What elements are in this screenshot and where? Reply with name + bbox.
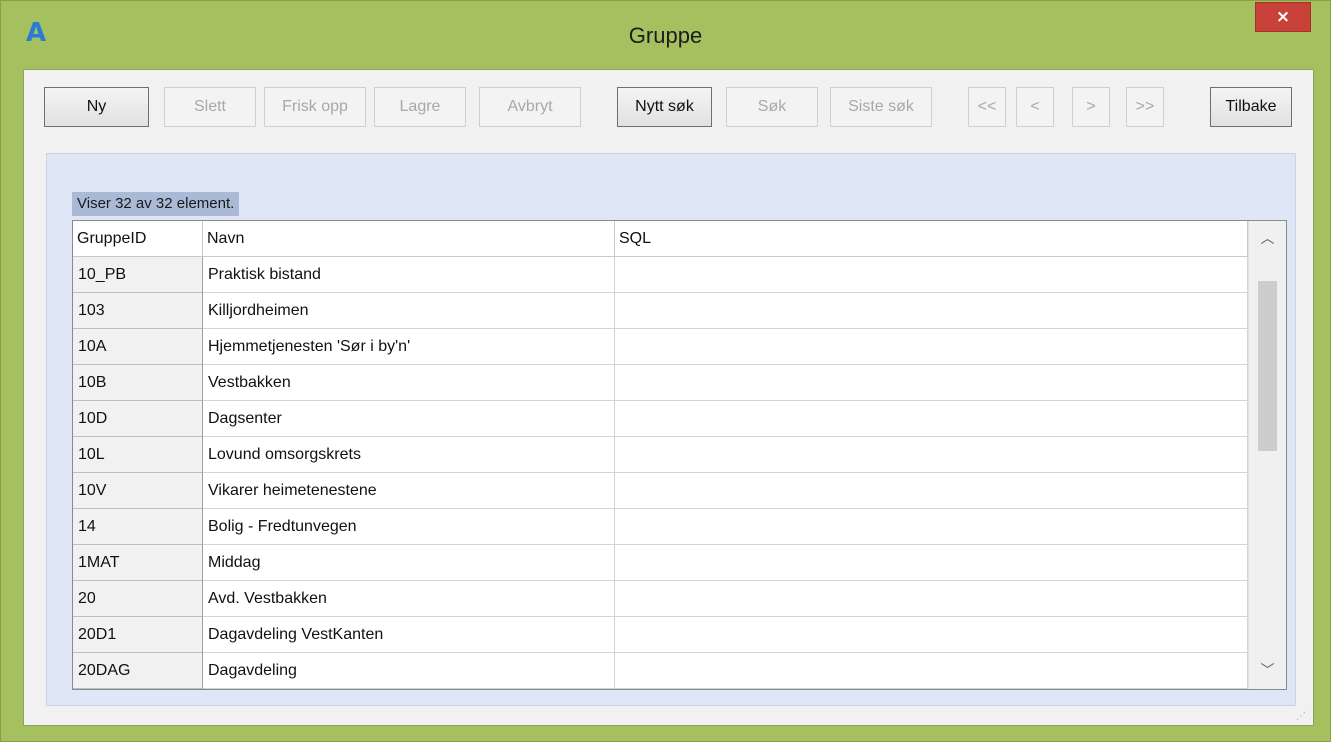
cell-sql[interactable]	[615, 293, 1248, 329]
next-record-button[interactable]: >	[1072, 87, 1110, 127]
frisk-opp-button[interactable]: Frisk opp	[264, 87, 366, 127]
cell-navn[interactable]: Vestbakken	[203, 365, 615, 401]
title-bar[interactable]: A Gruppe ×	[1, 1, 1330, 61]
cell-navn[interactable]: Hjemmetjenesten 'Sør i by'n'	[203, 329, 615, 365]
cell-gruppeid[interactable]: 10_PB	[73, 257, 203, 293]
column-header-gruppeid[interactable]: GruppeID	[73, 221, 203, 257]
first-record-button[interactable]: <<	[968, 87, 1006, 127]
column-header-navn[interactable]: Navn	[203, 221, 615, 257]
window-title: Gruppe	[628, 23, 703, 48]
cell-navn[interactable]: Vikarer heimetenestene	[203, 473, 615, 509]
cell-gruppeid[interactable]: 14	[73, 509, 203, 545]
cell-sql[interactable]	[615, 545, 1248, 581]
table-row[interactable]: 10B Vestbakken	[73, 365, 1248, 401]
close-button[interactable]: ×	[1255, 2, 1311, 32]
tilbake-button[interactable]: Tilbake	[1210, 87, 1292, 127]
cell-navn[interactable]: Avd. Vestbakken	[203, 581, 615, 617]
lagre-button[interactable]: Lagre	[374, 87, 466, 127]
cell-gruppeid[interactable]: 10D	[73, 401, 203, 437]
cell-sql[interactable]	[615, 437, 1248, 473]
table-row[interactable]: 10D Dagsenter	[73, 401, 1248, 437]
cell-navn[interactable]: Killjordheimen	[203, 293, 615, 329]
cell-gruppeid[interactable]: 10V	[73, 473, 203, 509]
table-body: 10_PB Praktisk bistand 103 Killjordheimen 10…	[73, 257, 1248, 690]
table-row[interactable]: 10V Vikarer heimetenestene	[73, 473, 1248, 509]
table-row[interactable]: 20D1 Dagavdeling VestKanten	[73, 617, 1248, 653]
avbryt-button[interactable]: Avbryt	[479, 87, 581, 127]
table-row[interactable]: 10L Lovund omsorgskrets	[73, 437, 1248, 473]
cell-gruppeid[interactable]: 20DAG	[73, 653, 203, 689]
cell-gruppeid[interactable]: 410	[73, 689, 203, 690]
table-row[interactable]: 10_PB Praktisk bistand	[73, 257, 1248, 293]
window-content: Ny Slett Frisk opp Lagre Avbryt Nytt søk Søk Si…	[23, 69, 1314, 726]
table-header: GruppeID Navn SQL	[73, 221, 1248, 257]
scroll-thumb[interactable]	[1258, 281, 1277, 451]
app-window: A Gruppe × Ny Slett Frisk opp Lagre Avbryt Ny…	[0, 0, 1331, 742]
cell-sql[interactable]	[615, 653, 1248, 689]
cell-gruppeid[interactable]: 103	[73, 293, 203, 329]
table-row[interactable]: 103 Killjordheimen	[73, 293, 1248, 329]
close-icon: ×	[1275, 7, 1291, 27]
table-row[interactable]: 20 Avd. Vestbakken	[73, 581, 1248, 617]
cell-gruppeid[interactable]: 10B	[73, 365, 203, 401]
column-header-sql[interactable]: SQL	[615, 221, 1248, 257]
cell-navn[interactable]: 410 Gruppe TOT	[203, 689, 615, 690]
cell-sql[interactable]	[615, 329, 1248, 365]
scroll-down-icon[interactable]: ﹀	[1249, 653, 1286, 689]
nytt-sok-button[interactable]: Nytt søk	[617, 87, 712, 127]
cell-sql[interactable]	[615, 509, 1248, 545]
cell-gruppeid[interactable]: 20D1	[73, 617, 203, 653]
record-count-label: Viser 32 av 32 element.	[72, 192, 240, 216]
table-row[interactable]: 20DAG Dagavdeling	[73, 653, 1248, 689]
cell-sql[interactable]	[615, 401, 1248, 437]
siste-sok-button[interactable]: Siste søk	[830, 87, 932, 127]
scroll-up-icon[interactable]: ︿	[1249, 221, 1286, 257]
cell-sql[interactable]	[615, 365, 1248, 401]
last-record-button[interactable]: >>	[1126, 87, 1164, 127]
cell-sql[interactable]	[615, 257, 1248, 293]
cell-sql[interactable]	[615, 617, 1248, 653]
table-row[interactable]: 1MAT Middag	[73, 545, 1248, 581]
table-row[interactable]: 14 Bolig - Fredtunvegen	[73, 509, 1248, 545]
slett-button[interactable]: Slett	[164, 87, 256, 127]
cell-sql[interactable]	[615, 689, 1248, 690]
cell-gruppeid[interactable]: 10L	[73, 437, 203, 473]
group-list-panel: Viser 32 av 32 element. GruppeID Navn SQ…	[46, 153, 1296, 706]
group-table[interactable]: GruppeID Navn SQL 10_PB Praktisk bistand 1…	[72, 220, 1287, 690]
ny-button[interactable]: Ny	[44, 87, 149, 127]
cell-navn[interactable]: Lovund omsorgskrets	[203, 437, 615, 473]
cell-navn[interactable]: Bolig - Fredtunvegen	[203, 509, 615, 545]
cell-navn[interactable]: Dagavdeling VestKanten	[203, 617, 615, 653]
sok-button[interactable]: Søk	[726, 87, 818, 127]
cell-navn[interactable]: Middag	[203, 545, 615, 581]
cell-navn[interactable]: Praktisk bistand	[203, 257, 615, 293]
vertical-scrollbar[interactable]: ︿ ﹀	[1248, 221, 1286, 689]
cell-sql[interactable]	[615, 581, 1248, 617]
cell-sql[interactable]	[615, 473, 1248, 509]
cell-gruppeid[interactable]: 10A	[73, 329, 203, 365]
cell-gruppeid[interactable]: 20	[73, 581, 203, 617]
cell-gruppeid[interactable]: 1MAT	[73, 545, 203, 581]
cell-navn[interactable]: Dagsenter	[203, 401, 615, 437]
resize-grip-icon[interactable]: ⋰	[1296, 710, 1310, 724]
previous-record-button[interactable]: <	[1016, 87, 1054, 127]
cell-navn[interactable]: Dagavdeling	[203, 653, 615, 689]
table-row[interactable]: 10A Hjemmetjenesten 'Sør i by'n'	[73, 329, 1248, 365]
table-row[interactable]: 410410 Gruppe TOT	[73, 689, 1248, 690]
